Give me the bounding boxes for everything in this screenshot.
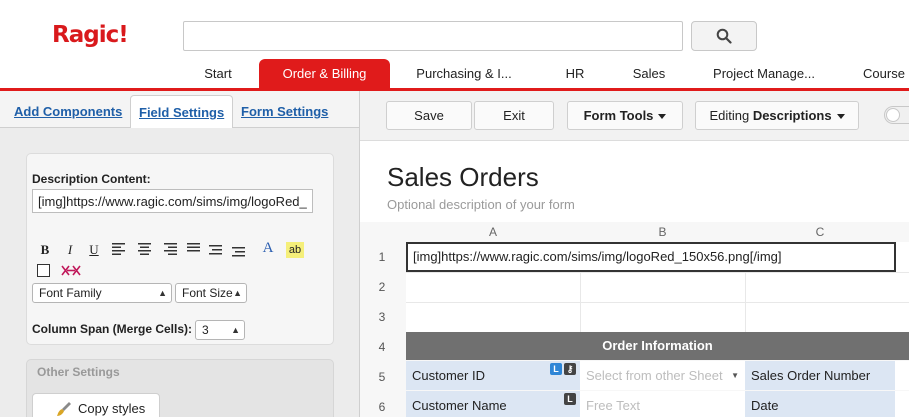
- tab-sales[interactable]: Sales: [626, 59, 672, 89]
- grid-line: [406, 272, 909, 273]
- search-button[interactable]: [691, 21, 757, 51]
- field-date[interactable]: Date: [745, 391, 895, 417]
- form-description[interactable]: Optional description of your form: [387, 197, 575, 212]
- link-badge: L: [550, 363, 562, 375]
- column-span-value: 3: [202, 323, 209, 337]
- editing-mode-label: Descriptions: [752, 108, 832, 123]
- align-right-icon[interactable]: [164, 243, 178, 255]
- select-arrows-icon: ▲: [158, 288, 167, 298]
- italic-button[interactable]: I: [62, 242, 78, 258]
- value-date[interactable]: [895, 391, 909, 417]
- row-number[interactable]: 5: [362, 370, 402, 384]
- copy-styles-button[interactable]: Copy styles: [32, 393, 160, 417]
- highlight-button[interactable]: ab: [286, 242, 304, 258]
- list-icon[interactable]: [209, 244, 223, 256]
- search-input[interactable]: [183, 21, 683, 51]
- font-size-value: Font Size: [182, 286, 233, 300]
- select-arrows-icon: ▲: [231, 325, 240, 335]
- font-size-select[interactable]: Font Size ▲: [175, 283, 247, 303]
- customer-id-placeholder: Select from other Sheet: [586, 368, 723, 383]
- toggle-knob: [886, 108, 900, 122]
- tab-form-settings[interactable]: Form Settings: [241, 95, 328, 128]
- description-content-input[interactable]: [32, 189, 313, 213]
- row-number[interactable]: 2: [362, 280, 402, 294]
- field-customer-name[interactable]: Customer Name: [406, 391, 580, 417]
- align-center-icon[interactable]: [138, 243, 152, 255]
- tab-course[interactable]: Course: [858, 59, 909, 89]
- mode-toggle[interactable]: [884, 106, 909, 124]
- value-sales-order-number[interactable]: [895, 361, 909, 390]
- font-family-select[interactable]: Font Family ▲: [32, 283, 172, 303]
- column-header-c[interactable]: C: [745, 222, 895, 242]
- grid-line: [406, 302, 909, 303]
- section-header[interactable]: Order Information: [406, 332, 909, 360]
- select-arrows-icon: ▲: [233, 288, 242, 298]
- key-icon: ⚷: [564, 363, 576, 375]
- exit-button[interactable]: Exit: [474, 101, 554, 130]
- save-button[interactable]: Save: [386, 101, 472, 130]
- align-left-icon[interactable]: [112, 243, 126, 255]
- indent-icon[interactable]: [232, 246, 246, 258]
- bold-button[interactable]: B: [37, 242, 53, 258]
- row-number[interactable]: 6: [362, 400, 402, 414]
- font-family-value: Font Family: [39, 286, 102, 300]
- value-customer-id[interactable]: Select from other Sheet ▼: [580, 361, 745, 390]
- value-customer-name[interactable]: Free Text: [580, 391, 745, 417]
- underline-button[interactable]: U: [86, 242, 102, 258]
- ragic-form-designer: Ragic! Start Order & Billing Purchasing …: [0, 0, 909, 417]
- chevron-down-icon: [658, 114, 667, 120]
- row-number[interactable]: 1: [362, 250, 402, 264]
- search-icon: [716, 28, 732, 44]
- editing-prefix: Editing: [709, 108, 750, 123]
- form-title[interactable]: Sales Orders: [387, 162, 539, 193]
- form-tools-label: Form Tools: [583, 108, 654, 123]
- column-header-a[interactable]: A: [406, 222, 580, 242]
- row-number[interactable]: 3: [362, 310, 402, 324]
- font-color-button[interactable]: A: [260, 240, 276, 256]
- editing-mode-button[interactable]: Editing Descriptions: [695, 101, 859, 130]
- tab-field-settings[interactable]: Field Settings: [130, 95, 234, 129]
- column-span-label: Column Span (Merge Cells):: [32, 322, 193, 336]
- other-settings-label: Other Settings: [37, 365, 120, 379]
- chevron-down-icon: ▼: [731, 371, 739, 380]
- chevron-down-icon: [836, 114, 845, 120]
- column-header-b[interactable]: B: [580, 222, 745, 242]
- ragic-logo[interactable]: Ragic!: [52, 22, 129, 48]
- border-icon[interactable]: [37, 264, 50, 277]
- description-cell[interactable]: [img]https://www.ragic.com/sims/img/logo…: [406, 242, 896, 272]
- align-justify-icon[interactable]: [187, 243, 201, 255]
- row-number[interactable]: 4: [362, 340, 402, 354]
- unlink-icon[interactable]: [61, 264, 81, 277]
- paint-brush-icon: [57, 402, 71, 416]
- field-sales-order-number[interactable]: Sales Order Number: [745, 361, 895, 390]
- description-content-label: Description Content:: [32, 172, 151, 186]
- tab-project-management[interactable]: Project Manage...: [706, 59, 822, 89]
- column-span-select[interactable]: 3 ▲: [195, 320, 245, 340]
- form-tools-button[interactable]: Form Tools: [567, 101, 683, 130]
- tab-order-billing[interactable]: Order & Billing: [259, 59, 390, 89]
- tab-purchasing[interactable]: Purchasing & I...: [408, 59, 520, 89]
- main-tabs: Start Order & Billing Purchasing & I... …: [0, 59, 909, 91]
- link-badge: L: [564, 393, 576, 405]
- designer-tabs: Add Components Field Settings Form Setti…: [0, 91, 360, 129]
- tab-start[interactable]: Start: [190, 59, 246, 89]
- copy-styles-label: Copy styles: [78, 401, 146, 416]
- tab-add-components[interactable]: Add Components: [14, 95, 122, 128]
- tab-hr[interactable]: HR: [555, 59, 595, 89]
